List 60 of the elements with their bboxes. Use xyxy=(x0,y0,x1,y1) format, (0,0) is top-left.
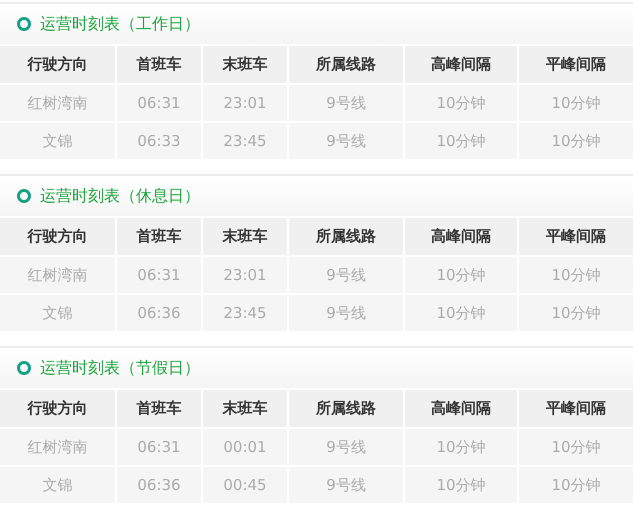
table-cell: 06:36 xyxy=(116,294,202,332)
column-header: 末班车 xyxy=(202,217,288,256)
column-header: 行驶方向 xyxy=(0,389,116,428)
table-cell: 文锦 xyxy=(0,122,116,160)
table-cell: 红树湾南 xyxy=(0,84,116,122)
table-cell: 10分钟 xyxy=(404,122,518,160)
column-header: 首班车 xyxy=(116,389,202,428)
column-header: 高峰间隔 xyxy=(404,45,518,84)
table-cell: 红树湾南 xyxy=(0,428,116,466)
table-cell: 10分钟 xyxy=(518,294,633,332)
column-header: 所属线路 xyxy=(288,389,404,428)
table-cell: 9号线 xyxy=(288,122,404,160)
table-cell: 9号线 xyxy=(288,428,404,466)
table-cell: 06:31 xyxy=(116,256,202,294)
table-cell: 9号线 xyxy=(288,256,404,294)
table-cell: 10分钟 xyxy=(518,256,633,294)
section-title: 运营时刻表（节假日） xyxy=(40,358,200,378)
column-header: 行驶方向 xyxy=(0,217,116,256)
table-cell: 10分钟 xyxy=(404,294,518,332)
column-header: 平峰间隔 xyxy=(518,217,633,256)
column-header: 首班车 xyxy=(116,45,202,84)
table-cell: 06:33 xyxy=(116,122,202,160)
table-cell: 10分钟 xyxy=(404,84,518,122)
ring-icon xyxy=(17,17,31,31)
table-cell: 9号线 xyxy=(288,466,404,504)
section-title: 运营时刻表（工作日） xyxy=(40,14,200,34)
ring-icon xyxy=(17,361,31,375)
table-cell: 10分钟 xyxy=(518,466,633,504)
table-cell: 00:45 xyxy=(202,466,288,504)
column-header: 行驶方向 xyxy=(0,45,116,84)
table-cell: 10分钟 xyxy=(518,428,633,466)
section-title: 运营时刻表（休息日） xyxy=(40,186,200,206)
table-cell: 23:01 xyxy=(202,84,288,122)
table-cell: 10分钟 xyxy=(518,84,633,122)
column-header: 高峰间隔 xyxy=(404,217,518,256)
table-cell: 9号线 xyxy=(288,84,404,122)
column-header: 末班车 xyxy=(202,45,288,84)
column-header: 首班车 xyxy=(116,217,202,256)
table-cell: 10分钟 xyxy=(518,122,633,160)
table-cell: 23:45 xyxy=(202,294,288,332)
table-cell: 23:45 xyxy=(202,122,288,160)
column-header: 所属线路 xyxy=(288,217,404,256)
table-cell: 9号线 xyxy=(288,294,404,332)
table-cell: 文锦 xyxy=(0,466,116,504)
column-header: 所属线路 xyxy=(288,45,404,84)
table-cell: 文锦 xyxy=(0,294,116,332)
table-cell: 10分钟 xyxy=(404,428,518,466)
table-cell: 红树湾南 xyxy=(0,256,116,294)
table-cell: 06:36 xyxy=(116,466,202,504)
ring-icon xyxy=(17,189,31,203)
column-header: 高峰间隔 xyxy=(404,389,518,428)
table-cell: 23:01 xyxy=(202,256,288,294)
table-cell: 10分钟 xyxy=(404,256,518,294)
table-cell: 10分钟 xyxy=(404,466,518,504)
column-header: 末班车 xyxy=(202,389,288,428)
column-header: 平峰间隔 xyxy=(518,389,633,428)
column-header: 平峰间隔 xyxy=(518,45,633,84)
table-cell: 06:31 xyxy=(116,84,202,122)
table-cell: 00:01 xyxy=(202,428,288,466)
table-cell: 06:31 xyxy=(116,428,202,466)
